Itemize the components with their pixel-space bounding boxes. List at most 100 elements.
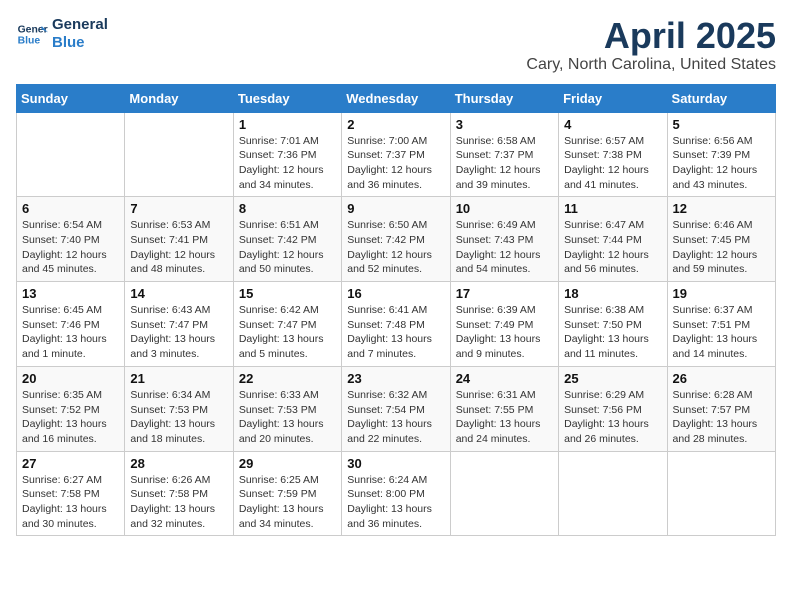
logo: General Blue General Blue (16, 16, 108, 52)
calendar-cell: 10 Sunrise: 6:49 AM Sunset: 7:43 PM Dayli… (450, 197, 558, 282)
logo-text-blue: Blue (52, 34, 108, 52)
day-detail: Sunrise: 6:28 AM Sunset: 7:57 PM Dayligh… (673, 388, 770, 447)
weekday-header-saturday: Saturday (667, 84, 775, 112)
day-number: 26 (673, 371, 770, 386)
calendar-cell: 25 Sunrise: 6:29 AM Sunset: 7:56 PM Dayli… (559, 366, 667, 451)
day-number: 30 (347, 456, 444, 471)
day-detail: Sunrise: 6:29 AM Sunset: 7:56 PM Dayligh… (564, 388, 661, 447)
calendar-cell: 6 Sunrise: 6:54 AM Sunset: 7:40 PM Daylig… (17, 197, 125, 282)
calendar-cell: 9 Sunrise: 6:50 AM Sunset: 7:42 PM Daylig… (342, 197, 450, 282)
day-detail: Sunrise: 6:49 AM Sunset: 7:43 PM Dayligh… (456, 218, 553, 277)
calendar-cell: 19 Sunrise: 6:37 AM Sunset: 7:51 PM Dayli… (667, 282, 775, 367)
calendar-cell: 22 Sunrise: 6:33 AM Sunset: 7:53 PM Dayli… (233, 366, 341, 451)
day-detail: Sunrise: 6:58 AM Sunset: 7:37 PM Dayligh… (456, 134, 553, 193)
day-number: 28 (130, 456, 227, 471)
day-number: 3 (456, 117, 553, 132)
day-detail: Sunrise: 6:34 AM Sunset: 7:53 PM Dayligh… (130, 388, 227, 447)
day-number: 23 (347, 371, 444, 386)
weekday-header-wednesday: Wednesday (342, 84, 450, 112)
page-header: General Blue General Blue April 2025 Car… (16, 16, 776, 74)
calendar-cell: 12 Sunrise: 6:46 AM Sunset: 7:45 PM Dayli… (667, 197, 775, 282)
calendar-cell: 20 Sunrise: 6:35 AM Sunset: 7:52 PM Dayli… (17, 366, 125, 451)
calendar-week-5: 27 Sunrise: 6:27 AM Sunset: 7:58 PM Dayli… (17, 451, 776, 536)
calendar-cell: 28 Sunrise: 6:26 AM Sunset: 7:58 PM Dayli… (125, 451, 233, 536)
day-number: 16 (347, 286, 444, 301)
day-number: 13 (22, 286, 119, 301)
weekday-header-tuesday: Tuesday (233, 84, 341, 112)
day-number: 27 (22, 456, 119, 471)
day-detail: Sunrise: 6:47 AM Sunset: 7:44 PM Dayligh… (564, 218, 661, 277)
calendar-cell: 23 Sunrise: 6:32 AM Sunset: 7:54 PM Dayli… (342, 366, 450, 451)
logo-icon: General Blue (16, 18, 48, 50)
calendar-cell (17, 112, 125, 197)
day-detail: Sunrise: 6:41 AM Sunset: 7:48 PM Dayligh… (347, 303, 444, 362)
day-number: 22 (239, 371, 336, 386)
calendar-table: SundayMondayTuesdayWednesdayThursdayFrid… (16, 84, 776, 537)
calendar-week-1: 1 Sunrise: 7:01 AM Sunset: 7:36 PM Daylig… (17, 112, 776, 197)
calendar-cell (667, 451, 775, 536)
day-number: 21 (130, 371, 227, 386)
day-detail: Sunrise: 6:54 AM Sunset: 7:40 PM Dayligh… (22, 218, 119, 277)
weekday-header-sunday: Sunday (17, 84, 125, 112)
calendar-cell: 29Sunrise: 6:25 AM Sunset: 7:59 PM Dayli… (233, 451, 341, 536)
day-detail: Sunrise: 6:50 AM Sunset: 7:42 PM Dayligh… (347, 218, 444, 277)
day-detail: Sunrise: 6:32 AM Sunset: 7:54 PM Dayligh… (347, 388, 444, 447)
day-detail: Sunrise: 6:27 AM Sunset: 7:58 PM Dayligh… (22, 473, 119, 532)
day-detail: Sunrise: 6:57 AM Sunset: 7:38 PM Dayligh… (564, 134, 661, 193)
calendar-cell: 5 Sunrise: 6:56 AM Sunset: 7:39 PM Daylig… (667, 112, 775, 197)
calendar-cell: 17Sunrise: 6:39 AM Sunset: 7:49 PM Dayli… (450, 282, 558, 367)
calendar-title: April 2025 (526, 16, 776, 56)
calendar-cell: 1 Sunrise: 7:01 AM Sunset: 7:36 PM Daylig… (233, 112, 341, 197)
calendar-week-3: 13Sunrise: 6:45 AM Sunset: 7:46 PM Dayli… (17, 282, 776, 367)
weekday-header-monday: Monday (125, 84, 233, 112)
day-detail: Sunrise: 6:35 AM Sunset: 7:52 PM Dayligh… (22, 388, 119, 447)
day-detail: Sunrise: 6:38 AM Sunset: 7:50 PM Dayligh… (564, 303, 661, 362)
calendar-cell: 13Sunrise: 6:45 AM Sunset: 7:46 PM Dayli… (17, 282, 125, 367)
calendar-week-2: 6 Sunrise: 6:54 AM Sunset: 7:40 PM Daylig… (17, 197, 776, 282)
calendar-subtitle: Cary, North Carolina, United States (526, 56, 776, 74)
day-detail: Sunrise: 6:33 AM Sunset: 7:53 PM Dayligh… (239, 388, 336, 447)
day-number: 5 (673, 117, 770, 132)
day-detail: Sunrise: 6:26 AM Sunset: 7:58 PM Dayligh… (130, 473, 227, 532)
calendar-cell: 2Sunrise: 7:00 AM Sunset: 7:37 PM Daylig… (342, 112, 450, 197)
calendar-cell: 30 Sunrise: 6:24 AM Sunset: 8:00 PM Dayli… (342, 451, 450, 536)
weekday-header-row: SundayMondayTuesdayWednesdayThursdayFrid… (17, 84, 776, 112)
day-number: 9 (347, 201, 444, 216)
day-number: 15 (239, 286, 336, 301)
day-number: 20 (22, 371, 119, 386)
day-detail: Sunrise: 6:43 AM Sunset: 7:47 PM Dayligh… (130, 303, 227, 362)
day-number: 11 (564, 201, 661, 216)
weekday-header-friday: Friday (559, 84, 667, 112)
calendar-cell: 21 Sunrise: 6:34 AM Sunset: 7:53 PM Dayli… (125, 366, 233, 451)
logo-text-general: General (52, 16, 108, 34)
day-detail: Sunrise: 6:53 AM Sunset: 7:41 PM Dayligh… (130, 218, 227, 277)
day-number: 25 (564, 371, 661, 386)
day-number: 19 (673, 286, 770, 301)
day-number: 18 (564, 286, 661, 301)
calendar-cell: 18 Sunrise: 6:38 AM Sunset: 7:50 PM Dayli… (559, 282, 667, 367)
day-detail: Sunrise: 7:01 AM Sunset: 7:36 PM Dayligh… (239, 134, 336, 193)
day-detail: Sunrise: 6:37 AM Sunset: 7:51 PM Dayligh… (673, 303, 770, 362)
calendar-cell: 11 Sunrise: 6:47 AM Sunset: 7:44 PM Dayli… (559, 197, 667, 282)
calendar-cell: 15 Sunrise: 6:42 AM Sunset: 7:47 PM Dayli… (233, 282, 341, 367)
weekday-header-thursday: Thursday (450, 84, 558, 112)
day-number: 7 (130, 201, 227, 216)
day-detail: Sunrise: 6:42 AM Sunset: 7:47 PM Dayligh… (239, 303, 336, 362)
day-number: 17 (456, 286, 553, 301)
calendar-cell: 24Sunrise: 6:31 AM Sunset: 7:55 PM Dayli… (450, 366, 558, 451)
title-block: April 2025 Cary, North Carolina, United … (526, 16, 776, 74)
day-number: 4 (564, 117, 661, 132)
day-detail: Sunrise: 6:46 AM Sunset: 7:45 PM Dayligh… (673, 218, 770, 277)
day-detail: Sunrise: 6:31 AM Sunset: 7:55 PM Dayligh… (456, 388, 553, 447)
day-detail: Sunrise: 6:25 AM Sunset: 7:59 PM Dayligh… (239, 473, 336, 532)
day-detail: Sunrise: 6:24 AM Sunset: 8:00 PM Dayligh… (347, 473, 444, 532)
day-number: 10 (456, 201, 553, 216)
svg-text:Blue: Blue (18, 36, 41, 47)
day-number: 12 (673, 201, 770, 216)
day-number: 6 (22, 201, 119, 216)
day-number: 8 (239, 201, 336, 216)
calendar-cell (125, 112, 233, 197)
day-number: 1 (239, 117, 336, 132)
day-detail: Sunrise: 6:56 AM Sunset: 7:39 PM Dayligh… (673, 134, 770, 193)
calendar-cell: 4 Sunrise: 6:57 AM Sunset: 7:38 PM Daylig… (559, 112, 667, 197)
